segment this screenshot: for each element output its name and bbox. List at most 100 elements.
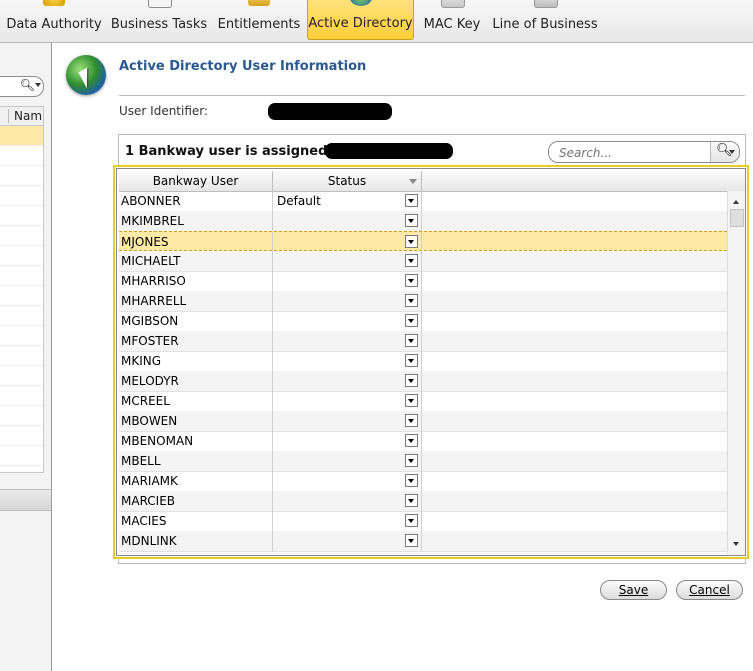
scroll-up-icon[interactable] [733, 200, 739, 204]
status-dropdown-button[interactable] [405, 294, 418, 307]
save-button[interactable]: Save [600, 580, 667, 600]
cell-status[interactable] [273, 531, 422, 551]
table-row[interactable]: MJONES [119, 231, 727, 252]
table-row[interactable]: MBENOMAN [119, 431, 727, 452]
table-row[interactable]: MELODYR [119, 371, 727, 392]
table-row[interactable]: MARCIEB [119, 491, 727, 512]
list-item[interactable] [0, 386, 43, 406]
search-icon[interactable]: 🔍︎ [20, 78, 35, 92]
tab-line-of-business[interactable]: Line of Business [492, 0, 598, 40]
cell-bankway-user[interactable]: MGIBSON [119, 311, 273, 331]
tab-entitlements[interactable]: Entitlements [216, 0, 302, 40]
cell-bankway-user[interactable]: MBELL [119, 451, 273, 471]
cell-bankway-user[interactable]: MHARRELL [119, 291, 273, 311]
cell-bankway-user[interactable]: MJONES [119, 232, 273, 252]
list-item[interactable] [0, 446, 43, 466]
scroll-down-icon[interactable] [733, 542, 739, 546]
table-row[interactable]: MARIAMK [119, 471, 727, 492]
list-item[interactable] [0, 426, 43, 446]
cell-status[interactable] [273, 491, 422, 511]
status-dropdown-button[interactable] [405, 494, 418, 507]
cell-bankway-user[interactable]: MCREEL [119, 391, 273, 411]
cell-status[interactable] [273, 211, 422, 231]
cell-status[interactable] [273, 371, 422, 391]
left-pane-footer-bar[interactable] [0, 489, 51, 511]
column-header-bankway-user[interactable]: Bankway User [119, 171, 273, 191]
tab-business-tasks[interactable]: Business Tasks [110, 0, 208, 40]
table-row[interactable]: MHARRISO [119, 271, 727, 292]
list-item[interactable] [0, 366, 43, 386]
list-item[interactable] [0, 146, 43, 166]
list-item[interactable] [0, 186, 43, 206]
cell-status[interactable] [273, 311, 422, 331]
cell-bankway-user[interactable]: MARCIEB [119, 491, 273, 511]
cell-status[interactable] [273, 451, 422, 471]
list-item[interactable] [0, 306, 43, 326]
status-dropdown-button[interactable] [405, 434, 418, 447]
scroll-thumb[interactable] [730, 209, 744, 227]
status-dropdown-button[interactable] [405, 194, 418, 207]
status-dropdown-button[interactable] [405, 474, 418, 487]
list-item[interactable] [0, 326, 43, 346]
cancel-button[interactable]: Cancel [676, 580, 743, 600]
status-dropdown-button[interactable] [405, 454, 418, 467]
status-dropdown-button[interactable] [405, 414, 418, 427]
cell-status[interactable] [273, 411, 422, 431]
left-list-header[interactable]: Nam [0, 107, 43, 126]
cell-status[interactable] [273, 251, 422, 271]
table-row[interactable]: ABONNER Default [119, 191, 727, 212]
list-item[interactable] [0, 226, 43, 246]
cell-bankway-user[interactable]: MBOWEN [119, 411, 273, 431]
table-row[interactable]: MACIES [119, 511, 727, 532]
cell-bankway-user[interactable]: ABONNER [119, 191, 273, 211]
table-row[interactable]: MFOSTER [119, 331, 727, 352]
list-item[interactable] [0, 346, 43, 366]
status-dropdown-button[interactable] [405, 274, 418, 287]
status-dropdown-button[interactable] [405, 235, 418, 248]
tab-data-authority[interactable]: Data Authority [4, 0, 104, 40]
cell-status[interactable] [273, 391, 422, 411]
status-dropdown-button[interactable] [405, 514, 418, 527]
cell-bankway-user[interactable]: MHARRISO [119, 271, 273, 291]
table-row[interactable]: MICHAELT [119, 251, 727, 272]
list-item[interactable] [0, 406, 43, 426]
list-item[interactable] [0, 206, 43, 226]
status-dropdown-button[interactable] [405, 354, 418, 367]
table-row[interactable]: MDNLINK [119, 531, 727, 552]
cell-bankway-user[interactable]: MICHAELT [119, 251, 273, 271]
list-item[interactable] [0, 246, 43, 266]
left-search-box[interactable]: 🔍︎ [0, 76, 44, 97]
table-row[interactable]: MCREEL [119, 391, 727, 412]
tab-mac-key[interactable]: MAC Key [420, 0, 484, 40]
cell-status[interactable] [273, 291, 422, 311]
cell-status[interactable] [273, 431, 422, 451]
status-dropdown-button[interactable] [405, 394, 418, 407]
cell-bankway-user[interactable]: MKING [119, 351, 273, 371]
grid-scrollbar[interactable] [727, 191, 745, 555]
tab-active-directory[interactable]: Active Directory [307, 0, 414, 40]
cell-bankway-user[interactable]: MELODYR [119, 371, 273, 391]
table-row[interactable]: MGIBSON [119, 311, 727, 332]
list-item[interactable] [0, 266, 43, 286]
cell-bankway-user[interactable]: MKIMBREL [119, 211, 273, 231]
table-row[interactable]: MBELL [119, 451, 727, 472]
cell-status[interactable] [273, 471, 422, 491]
cell-status[interactable] [273, 232, 422, 252]
status-dropdown-button[interactable] [405, 374, 418, 387]
search-input[interactable] [557, 144, 709, 161]
search-button[interactable]: 🔍︎ [710, 142, 739, 162]
status-dropdown-button[interactable] [405, 334, 418, 347]
cell-status[interactable] [273, 331, 422, 351]
table-row[interactable]: MBOWEN [119, 411, 727, 432]
cell-status[interactable] [273, 351, 422, 371]
table-row[interactable]: MKIMBREL [119, 211, 727, 232]
cell-bankway-user[interactable]: MARIAMK [119, 471, 273, 491]
status-dropdown-button[interactable] [405, 254, 418, 267]
status-dropdown-button[interactable] [405, 534, 418, 547]
cell-status[interactable] [273, 511, 422, 531]
column-header-status[interactable]: Status [273, 171, 422, 191]
cell-status[interactable] [273, 271, 422, 291]
status-dropdown-button[interactable] [405, 314, 418, 327]
list-item[interactable] [0, 126, 43, 146]
cell-bankway-user[interactable]: MFOSTER [119, 331, 273, 351]
